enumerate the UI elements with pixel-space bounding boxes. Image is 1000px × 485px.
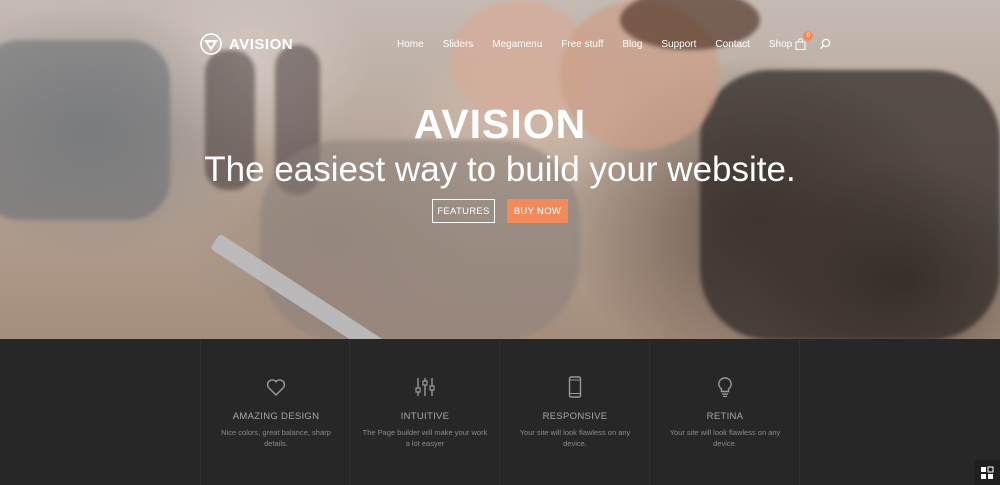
- menu-item-contact[interactable]: Contact: [715, 39, 749, 50]
- logo-text: AVISION: [229, 35, 294, 53]
- hero-subtitle: The easiest way to build your website.: [204, 150, 796, 189]
- search-icon[interactable]: [819, 38, 831, 50]
- main-menu: Home Sliders Megamenu Free stuff Blog Su…: [397, 31, 831, 50]
- buy-now-button[interactable]: BUY NOW: [507, 199, 568, 223]
- menu-item-shop[interactable]: Shop 0: [768, 31, 814, 50]
- style-switcher-button[interactable]: [974, 460, 1000, 485]
- heart-icon: [266, 379, 286, 396]
- cart-count-badge: 0: [803, 31, 814, 41]
- feature-amazing-design: AMAZING DESIGN Nice colors, great balanc…: [200, 339, 350, 485]
- sliders-icon: [415, 378, 435, 396]
- top-navigation: AVISION Home Sliders Megamenu Free stuff…: [0, 0, 1000, 90]
- logo-icon: [200, 33, 222, 55]
- hero-section: AVISION Home Sliders Megamenu Free stuff…: [0, 0, 1000, 339]
- menu-item-free-stuff[interactable]: Free stuff: [561, 39, 603, 50]
- menu-item-blog[interactable]: Blog: [622, 39, 642, 50]
- feature-intuitive: INTUITIVE The Page builder will make you…: [350, 339, 500, 485]
- feature-retina: RETINA Your site will look flawless on a…: [650, 339, 800, 485]
- shop-label: Shop: [768, 38, 793, 50]
- feature-description: The Page builder will make your work a l…: [362, 428, 488, 448]
- mobile-icon: [568, 376, 582, 398]
- feature-title: RESPONSIVE: [542, 411, 608, 422]
- feature-title: INTUITIVE: [400, 411, 450, 422]
- menu-item-sliders[interactable]: Sliders: [443, 39, 474, 50]
- hero-title: AVISION: [413, 101, 587, 147]
- menu-item-support[interactable]: Support: [661, 39, 696, 50]
- feature-title: RETINA: [706, 411, 744, 422]
- feature-description: Your site will look flawless on any devi…: [669, 428, 781, 448]
- shopping-bag-icon: 0: [795, 31, 814, 50]
- site-logo[interactable]: AVISION: [200, 33, 293, 55]
- grid-icon: [981, 466, 994, 479]
- feature-title: AMAZING DESIGN: [232, 411, 320, 422]
- features-button[interactable]: FEATURES: [432, 199, 495, 223]
- feature-description: Nice colors, great balance, sharp detail…: [221, 428, 331, 448]
- features-section: AMAZING DESIGN Nice colors, great balanc…: [0, 339, 1000, 485]
- menu-item-megamenu[interactable]: Megamenu: [492, 39, 542, 50]
- lightbulb-icon: [718, 377, 732, 397]
- menu-item-home[interactable]: Home: [397, 39, 424, 50]
- feature-description: Your site will look flawless on any devi…: [519, 428, 631, 448]
- feature-responsive: RESPONSIVE Your site will look flawless …: [500, 339, 650, 485]
